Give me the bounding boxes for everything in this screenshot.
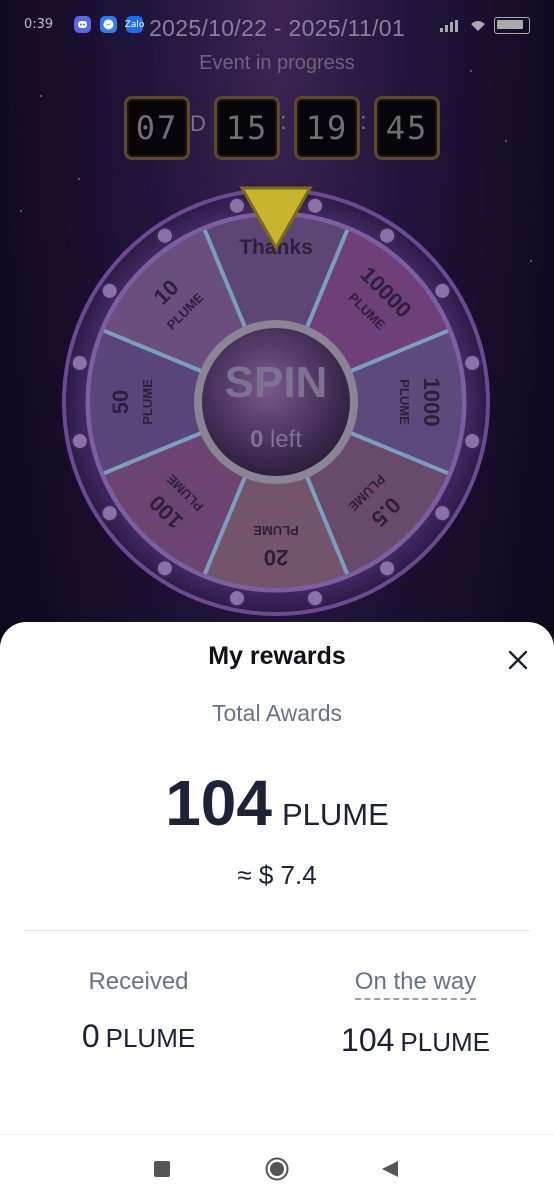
total-amount: 104	[165, 767, 272, 839]
total-usd-value: ≈ $ 7.4	[237, 860, 317, 890]
spin-button[interactable]: SPIN	[62, 358, 490, 408]
total-awards-value: 104 PLUME	[0, 766, 554, 840]
event-status: Event in progress	[199, 52, 355, 74]
on-the-way-amount: 104	[341, 1022, 395, 1058]
countdown-hours: 15	[214, 96, 280, 160]
countdown-day-unit: D	[190, 111, 206, 136]
received-unit: PLUME	[105, 1023, 196, 1053]
countdown-separator: :	[360, 108, 367, 135]
rim-bulb	[100, 504, 119, 523]
rim-bulb	[155, 226, 174, 245]
star-decoration	[530, 260, 532, 262]
divider	[24, 930, 530, 931]
close-icon[interactable]	[504, 646, 532, 674]
back-triangle-icon[interactable]	[378, 1157, 402, 1181]
on-the-way-label[interactable]: On the way	[354, 968, 477, 1000]
on-the-way-value: 104 PLUME	[277, 1022, 554, 1059]
rim-bulb	[155, 559, 174, 578]
spins-left-count: 0	[249, 426, 264, 453]
rim-bulb	[378, 559, 397, 578]
event-date-range: 2025/10/22 - 2025/11/01	[149, 15, 405, 41]
countdown-separator: :	[280, 108, 287, 135]
wheel-segment-amount: 20	[264, 545, 288, 570]
total-unit: PLUME	[281, 797, 389, 832]
countdown-timer: 07 D 15 : 19 : 45	[120, 96, 440, 160]
received-value: 0 PLUME	[0, 1018, 277, 1055]
total-awards-label: Total Awards	[212, 700, 342, 726]
home-circle-icon[interactable]	[265, 1157, 289, 1181]
star-decoration	[20, 210, 22, 212]
countdown-seconds: 45	[374, 96, 440, 160]
rim-bulb	[306, 196, 325, 215]
rim-bulb	[378, 226, 397, 245]
rim-bulb	[433, 504, 452, 523]
system-nav-bar	[0, 1134, 554, 1201]
star-decoration	[505, 140, 507, 142]
wheel-segment-unit: PLUME	[253, 523, 299, 538]
on-the-way-column: On the way 104 PLUME	[277, 968, 554, 1059]
countdown-days: 07	[124, 96, 190, 160]
countdown-minutes: 19	[294, 96, 360, 160]
rim-bulb	[227, 589, 246, 608]
received-column: Received 0 PLUME	[0, 968, 277, 1055]
recents-square-icon[interactable]	[150, 1157, 174, 1181]
spins-left: 0 left	[62, 426, 490, 454]
sheet-title: My rewards	[208, 642, 346, 670]
received-amount: 0	[81, 1018, 100, 1054]
star-decoration	[40, 95, 42, 97]
rim-bulb	[227, 196, 246, 215]
rim-bulb	[306, 589, 325, 608]
spins-left-suffix: left	[270, 426, 303, 453]
rewards-sheet: My rewards Total Awards 104 PLUME ≈ $ 7.4…	[0, 622, 554, 1134]
on-the-way-unit: PLUME	[400, 1027, 490, 1057]
rim-bulb	[100, 281, 119, 300]
rim-bulb	[433, 281, 452, 300]
prize-wheel: Thanks10000PLUME1000PLUME0.5PLUME20PLUME…	[62, 180, 490, 620]
received-label: Received	[88, 968, 189, 995]
